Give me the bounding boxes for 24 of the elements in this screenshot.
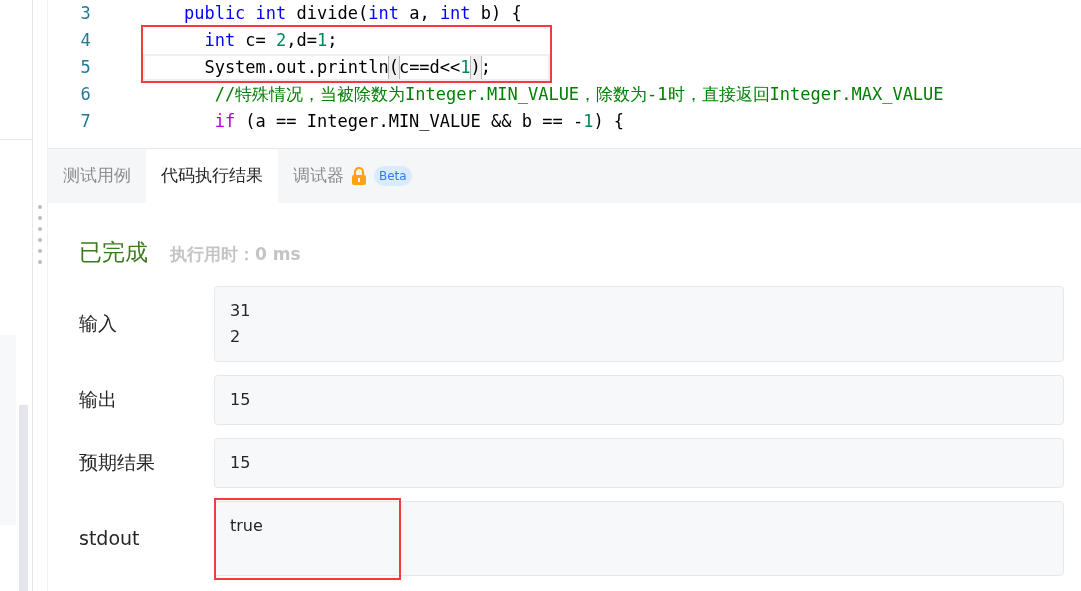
field-label: 预期结果 bbox=[79, 450, 156, 476]
code-line: int c= 2,d=1; bbox=[203, 28, 339, 52]
value-text: 2 bbox=[230, 325, 242, 348]
line-number: 6 bbox=[79, 82, 92, 106]
code-line: public int divide(int a, int b) { bbox=[182, 1, 523, 25]
status-text: 已完成 bbox=[79, 238, 148, 267]
field-label: 输出 bbox=[79, 387, 118, 413]
line-number: 3 bbox=[79, 1, 92, 25]
tab[interactable]: 代码执行结果 bbox=[146, 149, 278, 203]
line-number: 5 bbox=[79, 55, 92, 79]
value-text: true bbox=[230, 514, 264, 537]
code-line: if (a == Integer.MIN_VALUE && b == -1) { bbox=[213, 109, 626, 133]
field-label: stdout bbox=[79, 525, 141, 551]
value-text: 15 bbox=[230, 388, 252, 411]
code-line: //特殊情况，当被除数为Integer.MIN_VALUE，除数为-1时，直接返回Integer.MAX_VALUE bbox=[213, 82, 945, 106]
runtime-text: 执行用时：0 ms bbox=[170, 243, 301, 266]
field-label: 输入 bbox=[79, 311, 118, 337]
value-text: 31 bbox=[230, 299, 252, 322]
line-number: 4 bbox=[79, 28, 92, 52]
scrollbar[interactable] bbox=[19, 405, 28, 591]
lock-icon bbox=[351, 167, 367, 185]
value-text: 15 bbox=[230, 451, 252, 474]
beta-badge: Beta bbox=[374, 166, 412, 186]
line-number: 7 bbox=[79, 109, 92, 133]
